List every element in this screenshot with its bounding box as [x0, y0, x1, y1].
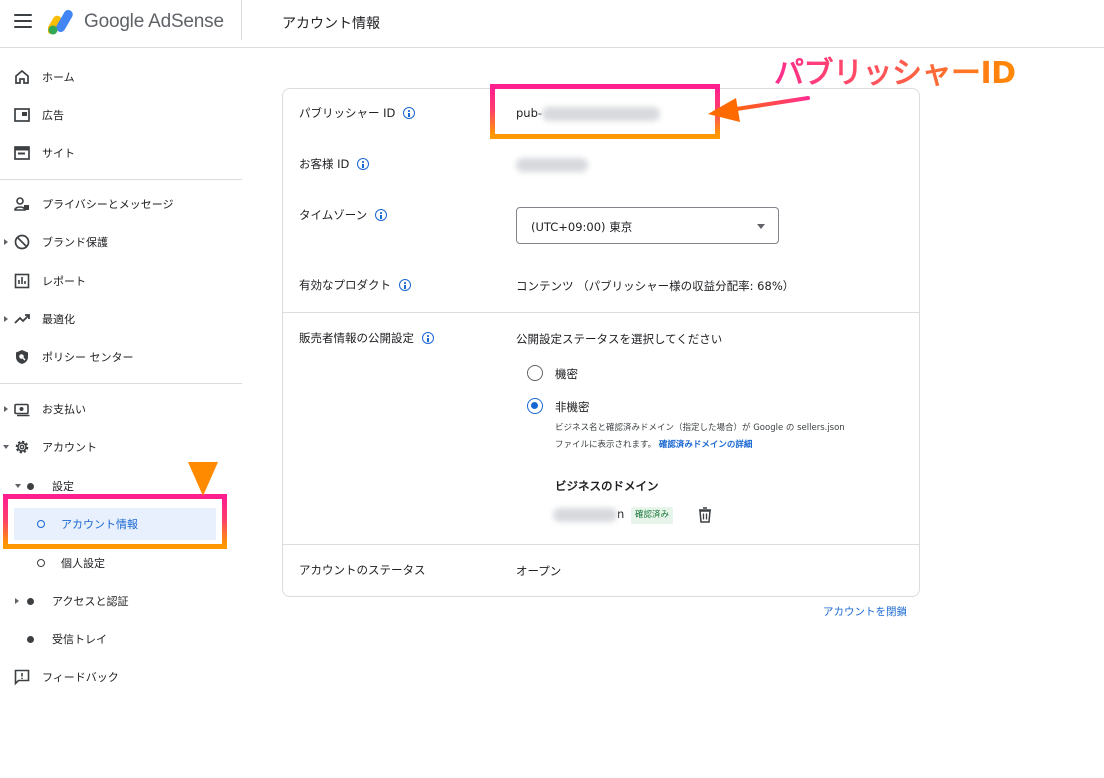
seller-info-label: 販売者情報の公開設定 [299, 330, 434, 346]
top-app-bar: Google AdSense アカウント情報 [0, 0, 1104, 48]
expand-caret-icon[interactable] [4, 406, 8, 412]
expand-caret-icon[interactable] [4, 316, 8, 322]
redacted-customer-id [516, 157, 588, 172]
close-account-link[interactable]: アカウントを閉鎖 [823, 604, 907, 619]
info-icon[interactable] [375, 209, 388, 221]
adsense-logo-icon [48, 10, 73, 35]
brand-name: Google AdSense [84, 11, 224, 32]
publisher-id-highlight-box [490, 84, 720, 139]
transparent-radio-label[interactable]: 非機密 [555, 399, 590, 415]
sidebar-item-sites[interactable]: サイト [0, 137, 242, 169]
annotation-arrow-down [188, 394, 218, 496]
info-icon[interactable] [403, 107, 416, 119]
policy-shield-icon [16, 350, 28, 364]
publisher-id-label: パブリッシャー ID [299, 105, 416, 121]
info-icon[interactable] [422, 332, 434, 344]
bullet-icon [27, 597, 34, 605]
sidebar-item-label: 最適化 [42, 313, 75, 326]
sidebar-item-label: アカウント [42, 441, 97, 454]
seller-info-prompt: 公開設定ステータスを選択してください [516, 332, 723, 346]
page-title: アカウント情報 [282, 16, 380, 32]
ring-bullet-icon [37, 559, 45, 567]
sidebar-item-privacy[interactable]: プライバシーとメッセージ [0, 188, 242, 220]
payments-icon [14, 403, 30, 417]
bullet-icon [27, 482, 34, 490]
timezone-label: タイムゾーン [299, 207, 388, 223]
card-divider [283, 312, 919, 313]
sidebar-item-personal-settings[interactable]: 個人設定 [0, 547, 242, 579]
account-status-label: アカウントのステータス [299, 563, 426, 577]
sidebar-item-label: 広告 [42, 109, 64, 122]
account-info-card: パブリッシャー ID pub- お客様 ID タイムゾーン (UTC+09:00… [282, 88, 920, 597]
reports-icon [14, 273, 30, 289]
menu-icon[interactable] [14, 14, 32, 30]
customer-id-value [516, 157, 588, 172]
header-divider [241, 0, 242, 40]
expand-caret-icon[interactable] [15, 598, 19, 604]
sidebar-item-feedback[interactable]: フィードバック [0, 661, 242, 693]
active-products-value: コンテンツ （パブリッシャー様の収益分配率: 68%） [516, 279, 795, 293]
account-info-highlight-box [3, 494, 227, 549]
sidebar-item-label: ポリシー センター [42, 351, 134, 364]
sidebar-divider [0, 383, 242, 384]
info-icon[interactable] [399, 279, 411, 291]
sidebar-item-brand-safety[interactable]: ブランド保護 [0, 226, 242, 258]
collapse-caret-icon[interactable] [3, 445, 9, 449]
trash-icon[interactable] [697, 506, 713, 524]
verified-badge: 確認済み [631, 507, 674, 524]
sidebar-item-reports[interactable]: レポート [0, 265, 242, 297]
sidebar-item-inbox[interactable]: 受信トレイ [0, 623, 242, 655]
sidebar-item-label: お支払い [42, 403, 86, 416]
sidebar-item-label: ホーム [42, 71, 75, 84]
sidebar-item-optimization[interactable]: 最適化 [0, 303, 242, 335]
sidebar-item-ads[interactable]: 広告 [0, 99, 242, 131]
verified-domain-details-link[interactable]: 確認済みドメインの詳細 [659, 440, 753, 450]
sidebar-item-label: アクセスと認証 [52, 595, 129, 608]
customer-id-label: お客様 ID [299, 156, 370, 172]
sites-icon [14, 146, 30, 160]
trending-up-icon [14, 314, 30, 324]
sidebar-item-label: 受信トレイ [52, 633, 107, 646]
expand-caret-icon[interactable] [4, 239, 8, 245]
sidebar-item-label: レポート [42, 275, 86, 288]
privacy-icon [14, 197, 29, 211]
confidential-radio[interactable] [527, 365, 543, 381]
gear-icon [15, 440, 29, 454]
transparent-description: ビジネス名と確認済みドメイン（指定した場合）が Google の sellers… [555, 423, 845, 450]
home-icon [15, 69, 29, 84]
collapse-caret-icon[interactable] [15, 484, 21, 488]
timezone-selected-value: (UTC+09:00) 東京 [531, 220, 633, 234]
business-domain-value: n [553, 507, 624, 522]
ads-icon [14, 108, 30, 122]
info-icon[interactable] [357, 158, 370, 170]
sidebar-item-label: サイト [42, 147, 75, 160]
sidebar-item-label: ブランド保護 [42, 236, 108, 249]
business-domain-title: ビジネスのドメイン [555, 479, 659, 493]
sidebar-item-label: フィードバック [42, 671, 119, 684]
dropdown-arrow-icon [757, 224, 765, 229]
block-icon [14, 234, 30, 250]
sidebar-item-home[interactable]: ホーム [0, 61, 242, 93]
confidential-radio-label[interactable]: 機密 [555, 366, 578, 382]
sidebar-item-label: 設定 [52, 480, 74, 493]
card-divider [283, 544, 919, 545]
sidebar-item-policy-center[interactable]: ポリシー センター [0, 341, 242, 373]
active-products-label: 有効なプロダクト [299, 277, 411, 293]
account-status-value: オープン [516, 564, 562, 578]
transparent-radio[interactable] [527, 398, 543, 414]
sidebar-item-access-auth[interactable]: アクセスと認証 [0, 585, 242, 617]
sidebar-item-label: 個人設定 [61, 557, 105, 570]
annotation-arrow-left [708, 96, 810, 122]
timezone-select[interactable]: (UTC+09:00) 東京 [516, 207, 779, 244]
feedback-icon [14, 669, 30, 686]
sidebar-divider [0, 179, 242, 180]
sidebar-item-label: プライバシーとメッセージ [42, 198, 174, 211]
redacted-domain [553, 507, 617, 522]
bullet-icon [27, 635, 34, 643]
